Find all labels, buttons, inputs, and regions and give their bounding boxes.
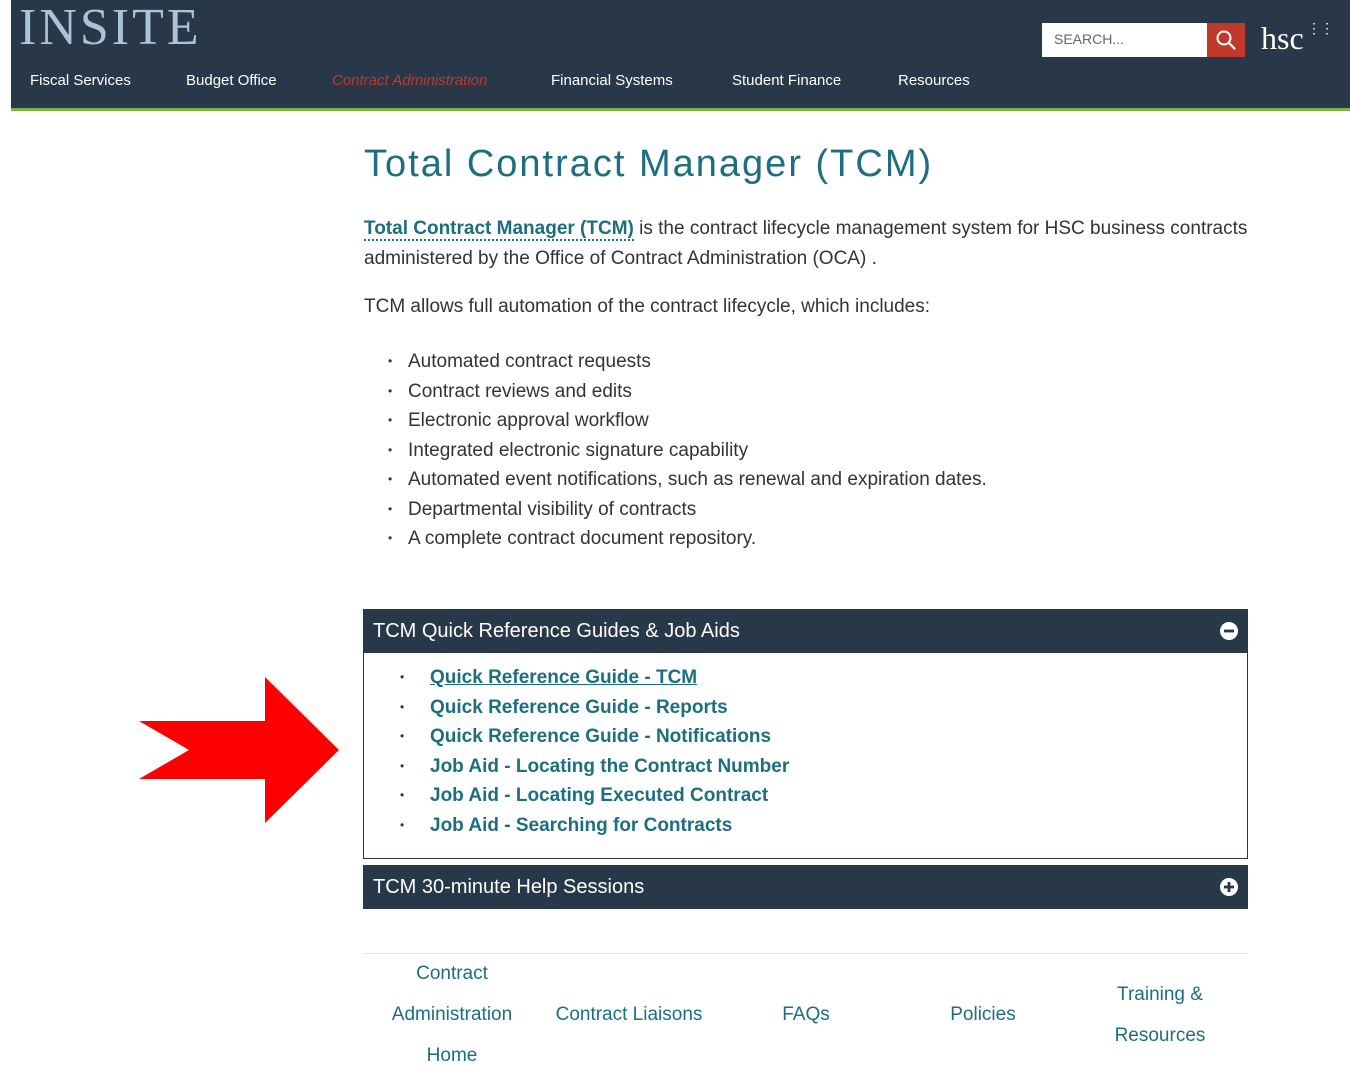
footer-link-text: Policies [950, 1004, 1016, 1025]
guide-list: Quick Reference Guide - TCM Quick Refere… [400, 663, 789, 840]
list-item: Quick Reference Guide - TCM [400, 663, 789, 693]
red-arrow-icon [139, 677, 339, 823]
site-header: INSITE Fiscal Services Budget Office Con… [11, 0, 1350, 111]
search-button[interactable] [1207, 23, 1245, 57]
feature-list: Automated contract requests Contract rev… [384, 347, 987, 554]
automation-intro: TCM allows full automation of the contra… [364, 296, 931, 317]
expand-icon [1220, 878, 1238, 896]
nav-item-financial-systems[interactable]: Financial Systems [551, 72, 673, 89]
nav-item-resources[interactable]: Resources [898, 72, 970, 89]
nav-item-student-finance[interactable]: Student Finance [732, 72, 841, 89]
insite-logo[interactable]: INSITE [19, 2, 202, 54]
guide-link-notifications[interactable]: Quick Reference Guide - Notifications [430, 726, 771, 747]
list-item: Integrated electronic signature capabili… [384, 436, 987, 466]
job-aid-link-executed-contract[interactable]: Job Aid - Locating Executed Contract [430, 785, 768, 806]
footer-link-text: FAQs [782, 1004, 830, 1025]
list-item: Departmental visibility of contracts [384, 495, 987, 525]
job-aid-link-searching-contracts[interactable]: Job Aid - Searching for Contracts [430, 815, 732, 836]
accordion-title: TCM 30-minute Help Sessions [373, 876, 645, 898]
footer-link-contract-liaisons[interactable]: Contract Liaisons [539, 994, 719, 1035]
intro-paragraph: Total Contract Manager (TCM) is the cont… [364, 214, 1264, 274]
footer-link-policies[interactable]: Policies [923, 994, 1043, 1035]
list-item: Quick Reference Guide - Reports [400, 693, 789, 723]
footer-link-text: Administration [391, 1004, 513, 1025]
list-item: Job Aid - Locating Executed Contract [400, 781, 789, 811]
footer-link-contract-administration-home[interactable]: Contract Administration Home [372, 953, 532, 1076]
guide-link-tcm[interactable]: Quick Reference Guide - TCM [430, 667, 697, 688]
list-item: Contract reviews and edits [384, 377, 987, 407]
list-item: Electronic approval workflow [384, 406, 987, 436]
list-item: Automated event notifications, such as r… [384, 465, 987, 495]
accordion-header-help-sessions[interactable]: TCM 30-minute Help Sessions [363, 865, 1248, 909]
footer-link-text: Contract [416, 963, 488, 984]
search-input[interactable] [1042, 23, 1204, 55]
list-item: Job Aid - Locating the Contract Number [400, 752, 789, 782]
nav-item-fiscal-services[interactable]: Fiscal Services [30, 72, 131, 89]
footer-link-training-resources[interactable]: Training & Resources [1090, 974, 1230, 1056]
hsc-logo[interactable]: hsc ⋮⋮ [1261, 18, 1334, 58]
tcm-link[interactable]: Total Contract Manager (TCM) [364, 218, 634, 241]
footer-link-text: Training & [1117, 984, 1203, 1005]
accordion-header-quick-reference[interactable]: TCM Quick Reference Guides & Job Aids [363, 609, 1248, 653]
search-icon [1216, 30, 1236, 50]
page-title: Total Contract Manager (TCM) [364, 143, 934, 185]
list-item: Job Aid - Searching for Contracts [400, 811, 789, 841]
job-aid-link-contract-number[interactable]: Job Aid - Locating the Contract Number [430, 756, 789, 777]
guide-link-reports[interactable]: Quick Reference Guide - Reports [430, 697, 728, 718]
footer-link-text: Contract Liaisons [555, 1004, 703, 1025]
accordion-title: TCM Quick Reference Guides & Job Aids [373, 620, 740, 642]
nav-item-budget-office[interactable]: Budget Office [186, 72, 277, 89]
collapse-icon [1220, 622, 1238, 640]
search-box [1042, 23, 1207, 57]
list-item: Quick Reference Guide - Notifications [400, 722, 789, 752]
accordion-panel-quick-reference: Quick Reference Guide - TCM Quick Refere… [363, 653, 1248, 859]
list-item: Automated contract requests [384, 347, 987, 377]
nav-item-contract-administration[interactable]: Contract Administration [332, 72, 487, 89]
hsc-dots-icon: ⋮⋮ [1307, 22, 1334, 37]
footer-link-faqs[interactable]: FAQs [756, 994, 856, 1035]
footer-link-text: Resources [1114, 1025, 1206, 1046]
list-item: A complete contract document repository. [384, 524, 987, 554]
hsc-logo-text: hsc [1261, 20, 1304, 56]
footer-link-text: Home [426, 1045, 478, 1066]
